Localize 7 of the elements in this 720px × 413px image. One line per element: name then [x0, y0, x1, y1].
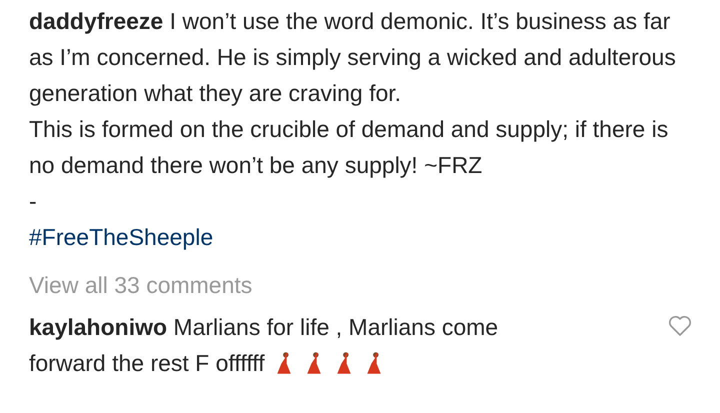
caption-text: -: [29, 187, 38, 216]
comment-text: forward the rest F offffff: [29, 349, 265, 378]
caption-text: daddyfreeze I won’t use the word demonic. It’s business as far as I’m concerned. He is simply serving a wicked and adulterous generation what they are craving for.: [29, 7, 677, 108]
hashtag-link[interactable]: #FreeTheSheeple: [29, 219, 214, 255]
comment-text: kaylahoniwo Marlians for life , Marlians come: [29, 313, 498, 342]
caption-text: This is formed on the crucible of demand and supply; if there is no demand there won’t be any supply! ~FRZ: [29, 115, 670, 180]
like-icon[interactable]: [668, 315, 692, 337]
